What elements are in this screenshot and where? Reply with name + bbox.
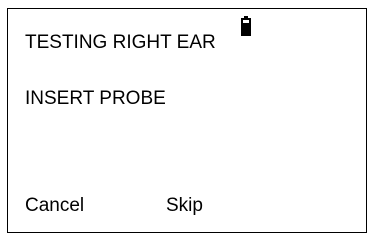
skip-button[interactable]: Skip <box>166 195 203 217</box>
test-title: TESTING RIGHT EAR <box>25 32 216 53</box>
instruction-text: INSERT PROBE <box>25 88 166 109</box>
battery-icon <box>241 16 251 36</box>
device-screen: TESTING RIGHT EAR INSERT PROBE Cancel Sk… <box>7 8 367 233</box>
cancel-button[interactable]: Cancel <box>25 195 84 217</box>
